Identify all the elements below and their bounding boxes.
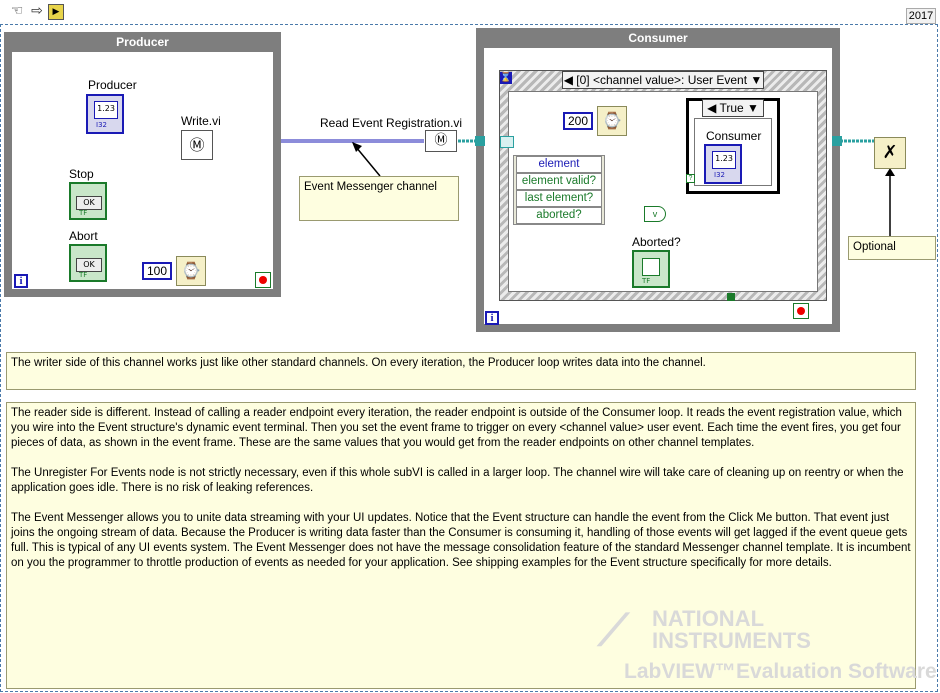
producer-iteration-terminal: i <box>14 274 28 288</box>
ni-logo-mark-icon: ⟋ <box>598 606 629 655</box>
event-data-aborted[interactable]: aborted? <box>516 207 602 224</box>
timeout-constant[interactable]: 200 <box>563 112 594 130</box>
case-selector-text: True <box>719 101 744 115</box>
event-timeout-icon[interactable]: ⌛ <box>500 72 512 84</box>
reader-comment-p3: The Event Messenger allows you to unite … <box>11 512 911 569</box>
writer-comment: The writer side of this channel works ju… <box>6 352 916 390</box>
producer-stop-terminal-icon[interactable] <box>255 272 271 288</box>
write-vi-label: Write.vi <box>181 114 221 128</box>
consumer-indicator-display: 1.23 <box>712 151 736 169</box>
consumer-stop-terminal-icon[interactable] <box>793 303 809 319</box>
stop-button-control[interactable]: OK TF <box>69 182 107 220</box>
consumer-wait-icon[interactable]: ⌚ <box>597 106 627 136</box>
aborted-tf-tag: TF <box>642 277 651 285</box>
abort-tf-tag: TF <box>79 271 88 279</box>
event-data-last-element[interactable]: last element? <box>516 190 602 207</box>
producer-indicator[interactable]: 1.23 I32 <box>86 94 124 134</box>
read-event-registration-label: Read Event Registration.vi <box>320 116 463 130</box>
consumer-indicator-label: Consumer <box>706 129 762 143</box>
consumer-loop-title: Consumer <box>484 28 832 48</box>
read-event-registration-node[interactable]: Ⓜ <box>425 130 457 152</box>
stop-ok-text: OK <box>76 196 102 210</box>
channel-tunnel-in <box>475 136 485 146</box>
optional-comment: Optional <box>848 236 936 260</box>
unregister-events-icon[interactable]: ✗ <box>874 137 906 169</box>
or-gate-icon[interactable]: v <box>644 206 666 222</box>
aborted-led <box>642 258 660 276</box>
case-selector[interactable]: ◀ True ▼ <box>702 99 764 117</box>
event-data-element[interactable]: element <box>516 156 602 173</box>
indicator-display: 1.23 <box>94 101 118 119</box>
abort-button-control[interactable]: OK TF <box>69 244 107 282</box>
case-selector-dropdown-icon[interactable]: ▼ <box>744 101 759 115</box>
loop-condition-tunnel <box>727 293 735 301</box>
aborted-indicator-label: Aborted? <box>632 235 681 249</box>
case-selector-left-arrow[interactable]: ◀ <box>707 101 719 115</box>
event-selector-left-arrow[interactable]: ◀ <box>564 73 577 87</box>
reader-comment-p2: The Unregister For Events node is not st… <box>11 467 904 494</box>
wait-constant[interactable]: 100 <box>142 262 173 280</box>
case-selector-terminal[interactable]: ? <box>686 174 695 183</box>
write-vi-node[interactable]: Ⓜ <box>181 130 213 160</box>
indicator-type: I32 <box>96 121 107 129</box>
abort-ok-text: OK <box>76 258 102 272</box>
consumer-iteration-terminal: i <box>485 311 499 325</box>
channel-comment: Event Messenger channel <box>299 176 459 221</box>
stop-label: Stop <box>69 167 94 181</box>
event-selector-text: [0] <channel value>: User Event <box>576 73 748 87</box>
ni-logo-line2: INSTRUMENTS <box>652 628 811 653</box>
aborted-indicator[interactable]: TF <box>632 250 670 288</box>
channel-tunnel-out <box>832 136 842 146</box>
abort-label: Abort <box>69 229 98 243</box>
wait-ms-icon[interactable]: ⌚ <box>176 256 206 286</box>
ni-logo-line3: LabVIEW™Evaluation Software <box>624 660 937 683</box>
stop-tf-tag: TF <box>79 209 88 217</box>
event-selector-dropdown-icon[interactable]: ▼ <box>747 73 762 87</box>
producer-loop[interactable]: Producer <box>4 32 281 297</box>
dynamic-event-terminal[interactable] <box>500 136 514 148</box>
consumer-indicator[interactable]: 1.23 I32 <box>704 144 742 184</box>
event-selector[interactable]: ◀ [0] <channel value>: User Event ▼ <box>562 71 764 89</box>
reader-comment-p1: The reader side is different. Instead of… <box>11 407 902 449</box>
producer-loop-title: Producer <box>12 32 273 52</box>
event-data-element-valid[interactable]: element valid? <box>516 173 602 190</box>
consumer-indicator-type: I32 <box>714 171 725 179</box>
producer-indicator-label: Producer <box>88 78 137 92</box>
